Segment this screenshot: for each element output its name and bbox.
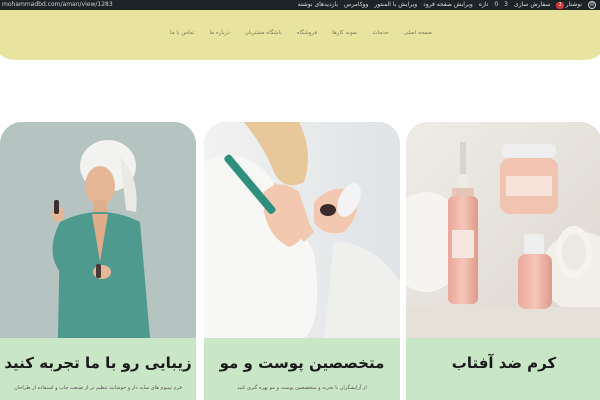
sunscreen-products-image (406, 122, 600, 338)
nav-item-home[interactable]: صفحه اصلی (404, 30, 432, 36)
nav-item-shop[interactable]: فروشگاه (297, 30, 318, 36)
nav-item-club[interactable]: باشگاه مشتریان (245, 30, 282, 36)
card-description: فرم تیبیوم های سایه دار و خوشایند تنظیم … (14, 385, 182, 391)
adminbar-comments-item[interactable]: 0 (494, 0, 498, 10)
nav-item-portfolio[interactable]: نمونه کارها (332, 30, 357, 36)
wordpress-logo-icon[interactable]: W (588, 1, 596, 9)
adminbar-customize-item[interactable]: سفارش سازی (514, 0, 550, 10)
main-navigation: صفحه اصلی خدمات نمونه کارها فروشگاه باشگ… (170, 30, 432, 36)
skincare-woman-image (204, 122, 400, 338)
card-title: کرم ضد آفتاب (451, 354, 557, 372)
adminbar-elementor-item[interactable]: ویرایش با المنتور (374, 0, 417, 10)
card-title: زیبایی رو با ما تجربه کنید (4, 354, 192, 372)
adminbar-views-item[interactable]: بازدیدهای نوشته (298, 0, 338, 10)
wp-admin-bar: W نوشتار 2 سفارش سازی 3 0 تازه ویرایش صفح… (0, 0, 600, 10)
nav-item-about[interactable]: درباره ما (209, 30, 229, 36)
card-description: از آرایشگران با تجربه و متخصصین پوست و م… (237, 385, 367, 391)
service-card-specialists[interactable]: متخصصین پوست و مو از آرایشگران با تجربه … (204, 122, 400, 400)
service-card-beauty[interactable]: زیبایی رو با ما تجربه کنید فرم تیبیوم ها… (0, 122, 196, 400)
woman-in-towel-image (0, 122, 196, 338)
page-url: mohammadbd.com/aman/view/1283 (2, 1, 113, 8)
adminbar-edit-landing-item[interactable]: ویرایش صفحه فرود (423, 0, 473, 10)
adminbar-updates-item[interactable]: 3 (504, 0, 508, 10)
service-card-sunscreen[interactable]: کرم ضد آفتاب (406, 122, 600, 400)
adminbar-site-item[interactable]: نوشتار 2 (556, 0, 582, 10)
nav-item-contact[interactable]: تماس با ما (170, 30, 194, 36)
card-title: متخصصین پوست و مو (219, 354, 385, 372)
notification-badge: 2 (556, 1, 564, 9)
adminbar-woocommerce-item[interactable]: ووکامرس (344, 0, 368, 10)
nav-item-services[interactable]: خدمات (373, 30, 389, 36)
adminbar-new-item[interactable]: تازه (479, 0, 489, 10)
